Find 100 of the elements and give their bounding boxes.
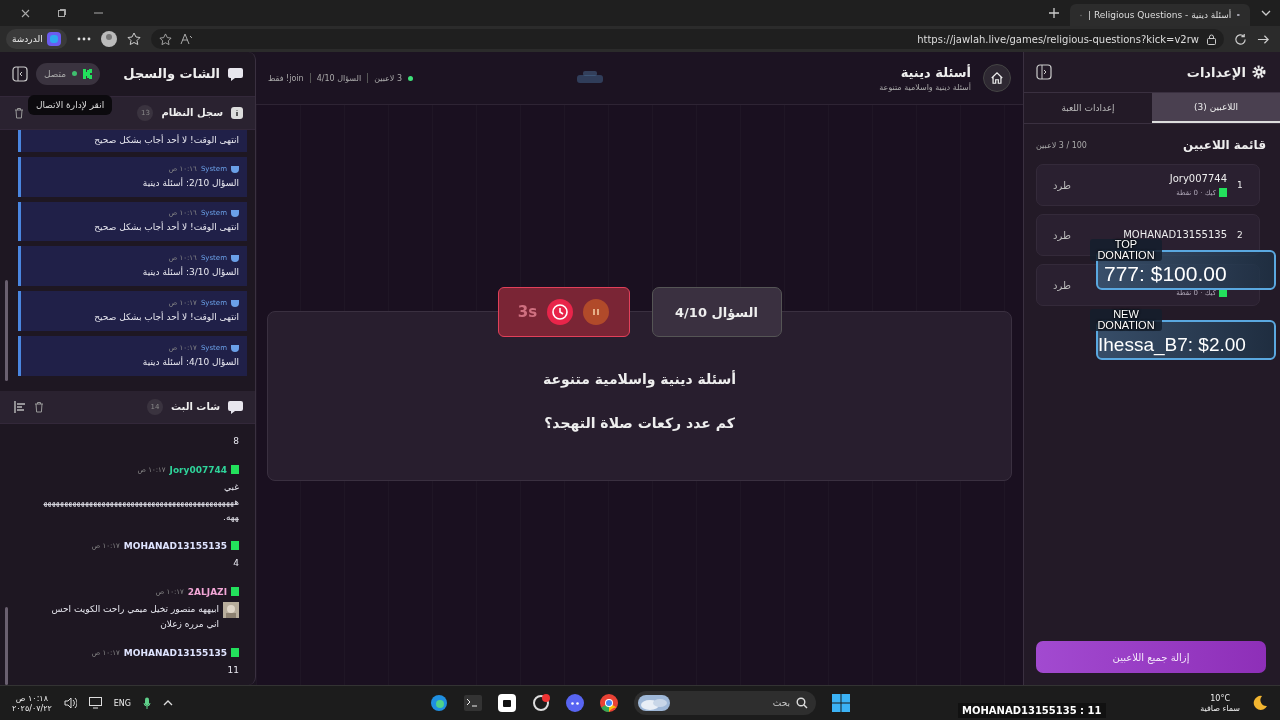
player-rank: 1	[1237, 180, 1244, 190]
pause-icon	[592, 308, 601, 316]
close-icon[interactable]	[21, 8, 30, 18]
game-subtitle: أسئلة دينية واسلامية متنوعة	[879, 82, 971, 92]
question-category: أسئلة دينية واسلامية متنوعة	[542, 371, 737, 387]
mode-label: join! فقط	[268, 73, 304, 83]
connection-status-button[interactable]: متصل	[36, 62, 101, 85]
tab[interactable]: اللاعبين (3)	[1152, 93, 1280, 123]
panel-title: الإعدادات	[1186, 64, 1246, 80]
username: Jory007744	[169, 464, 227, 475]
home-button[interactable]	[983, 64, 1011, 92]
kick-icon	[83, 68, 93, 79]
log-message: انتهى الوقت! لا أحد أجاب بشكل صحيح	[94, 222, 239, 233]
kick-button[interactable]: طرد	[1053, 229, 1071, 241]
kick-icon	[1219, 188, 1227, 197]
username: MOHANAD13155135	[123, 647, 227, 658]
chevron-up-icon[interactable]	[163, 699, 173, 707]
speaker-icon[interactable]	[63, 697, 77, 709]
favorites-icon[interactable]	[126, 32, 141, 46]
donation-value: Ihessa_B7: $2.00	[1098, 334, 1246, 356]
more-icon[interactable]	[76, 37, 91, 41]
section-title: شات البث	[171, 401, 220, 413]
lock-icon	[1207, 33, 1216, 45]
moon-icon[interactable]	[1252, 695, 1268, 711]
kick-icon	[231, 648, 239, 658]
chrome-icon[interactable]	[600, 694, 618, 712]
chat-message: 4	[233, 556, 239, 570]
kick-button[interactable]: طرد	[1053, 279, 1071, 291]
edge-icon[interactable]	[430, 694, 448, 712]
kick-icon	[231, 541, 239, 551]
kick-button[interactable]: طرد	[1053, 179, 1071, 191]
username: 2ALJAZI	[187, 586, 227, 597]
tooltip: انقر لإدارة الاتصال	[28, 95, 113, 115]
monitor-icon[interactable]	[88, 697, 102, 709]
section-title: سجل النظام	[161, 107, 223, 119]
weather-condition[interactable]: سماء صافية	[1200, 703, 1240, 713]
read-aloud-icon[interactable]	[179, 33, 193, 45]
taskbar-search[interactable]: بحث	[634, 691, 816, 715]
chat-message: 8	[233, 434, 239, 448]
donation-label: TOP DONATION	[1090, 239, 1162, 261]
discord-icon[interactable]	[566, 694, 584, 712]
chat-bubble-icon	[228, 399, 243, 414]
trash-icon[interactable]	[34, 400, 44, 413]
chat-message: ابيههه منصور تخيل ميمي راحت الكويت احس اني مرره زعلان	[50, 602, 219, 631]
restore-icon[interactable]	[58, 9, 66, 17]
sidebar-toggle-icon[interactable]	[12, 65, 28, 82]
shield-icon	[231, 299, 239, 308]
clock-icon	[547, 299, 574, 325]
tab[interactable]: إعدادات اللعبة	[1024, 93, 1152, 123]
plus-icon[interactable]	[1048, 7, 1060, 19]
align-icon[interactable]	[14, 400, 26, 413]
star-icon[interactable]	[158, 32, 172, 46]
question-text: كم عدد ركعات صلاة التهجد؟	[544, 415, 735, 431]
log-message: السؤال 3/10: أسئلة دينية	[142, 267, 239, 278]
shield-icon	[231, 209, 239, 218]
sidebar-toggle-icon[interactable]	[1036, 64, 1052, 80]
list-title: قائمة اللاعبين	[1183, 138, 1266, 152]
temperature[interactable]: 10°C	[1210, 693, 1230, 703]
donation-label: NEW DONATION	[1090, 309, 1162, 331]
app-icon[interactable]	[498, 694, 516, 712]
start-icon[interactable]	[832, 694, 850, 712]
copilot-button[interactable]: الدردشة	[6, 29, 67, 49]
copilot-icon	[46, 32, 61, 46]
shield-icon	[231, 343, 239, 352]
kick-icon	[231, 465, 239, 475]
profile-icon[interactable]	[100, 31, 117, 47]
game-title: أسئلة دينية	[900, 64, 971, 80]
stream-ticker: MOHANAD13155135 : 11	[958, 703, 1106, 718]
player-count: 3 لاعبين	[374, 73, 402, 83]
language-indicator[interactable]: ENG	[113, 698, 131, 708]
settings-icon	[1252, 65, 1266, 79]
app-icon[interactable]	[532, 694, 550, 712]
address-bar[interactable]: https://jawlah.live/games/religious-questions?kick=v2rw	[150, 29, 1224, 49]
player-capacity: 100 / 3 لاعبين	[1036, 140, 1087, 150]
username: MOHANAD13155135	[123, 540, 227, 551]
timer-value: 3s	[517, 303, 538, 321]
shield-icon	[231, 254, 239, 263]
home-icon	[990, 70, 1004, 86]
clock-time[interactable]: ١٠:١٨ ص	[15, 693, 48, 703]
log-message: انتهى الوقت! لا أحد أجاب بشكل صحيح	[94, 312, 239, 323]
pause-button[interactable]	[583, 299, 610, 325]
panel-title: الشات والسجل	[123, 66, 220, 82]
log-message: انتهى الوقت! لا أحد أجاب بشكل صحيح	[94, 135, 239, 146]
player-name: MOHANAD13155135	[1123, 229, 1227, 240]
remove-all-button[interactable]: إزالة جميع اللاعبين	[1036, 641, 1266, 673]
refresh-icon[interactable]	[1234, 32, 1247, 46]
terminal-icon[interactable]	[464, 695, 482, 711]
chat-bubble-icon	[228, 66, 243, 81]
browser-tab[interactable]: أسئلة دينية - Religious Questions |	[1070, 4, 1250, 26]
trash-icon[interactable]	[14, 106, 24, 119]
chat-message: غبي هههههههههههههههههههههههههههههههههههههههههههههههههه.	[42, 480, 239, 524]
microphone-icon[interactable]	[143, 696, 151, 710]
clock-date[interactable]: ٢٠٢٥/٠٧/٢٢	[12, 703, 52, 713]
log-message: السؤال 4/10: أسئلة دينية	[142, 356, 239, 367]
player-rank: 2	[1237, 230, 1244, 240]
kick-icon	[231, 587, 239, 597]
search-icon	[796, 697, 808, 709]
log-message: السؤال 2/10: أسئلة دينية	[142, 177, 239, 188]
info-icon	[231, 106, 243, 119]
player-name: Jory007744	[1169, 173, 1227, 185]
